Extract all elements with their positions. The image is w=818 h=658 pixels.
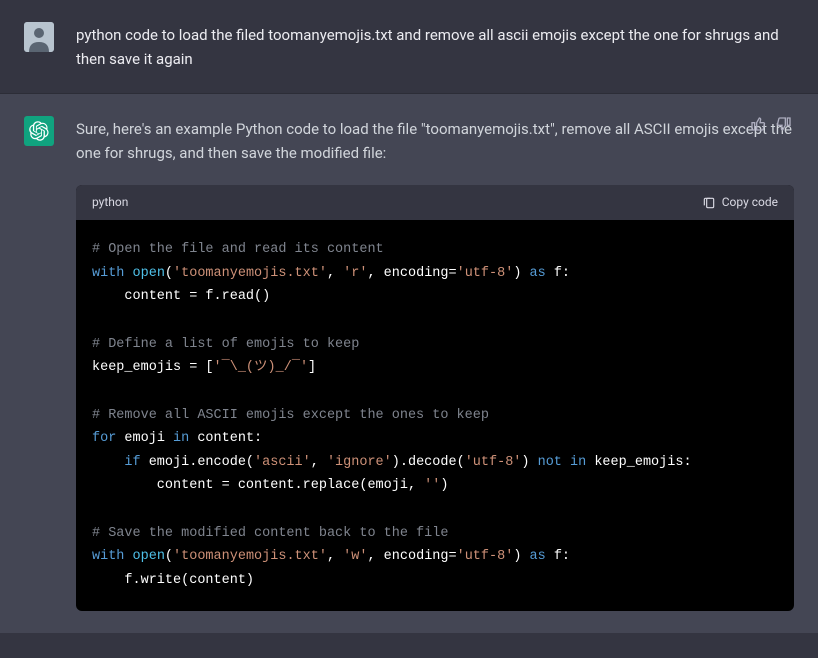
user-text: python code to load the filed toomanyemo…: [76, 22, 794, 71]
assistant-message: Sure, here's an example Python code to l…: [0, 94, 818, 633]
assistant-avatar: [24, 116, 54, 146]
person-icon: [24, 22, 54, 52]
code-header: python Copy code: [76, 185, 794, 220]
code-language-label: python: [92, 193, 128, 212]
user-avatar: [24, 22, 54, 52]
assistant-content: Sure, here's an example Python code to l…: [76, 116, 794, 611]
assistant-intro: Sure, here's an example Python code to l…: [76, 117, 794, 165]
copy-code-button[interactable]: Copy code: [702, 193, 778, 212]
user-message: python code to load the filed toomanyemo…: [0, 0, 818, 94]
code-block: python Copy code # Open the file and rea…: [76, 185, 794, 611]
copy-code-label: Copy code: [722, 193, 778, 212]
thumbs-down-icon[interactable]: [776, 116, 792, 132]
clipboard-icon: [702, 196, 716, 210]
openai-icon: [29, 121, 49, 141]
thumbs-up-icon[interactable]: [750, 116, 766, 132]
feedback-buttons: [750, 116, 792, 132]
code-content[interactable]: # Open the file and read its content wit…: [76, 220, 794, 610]
